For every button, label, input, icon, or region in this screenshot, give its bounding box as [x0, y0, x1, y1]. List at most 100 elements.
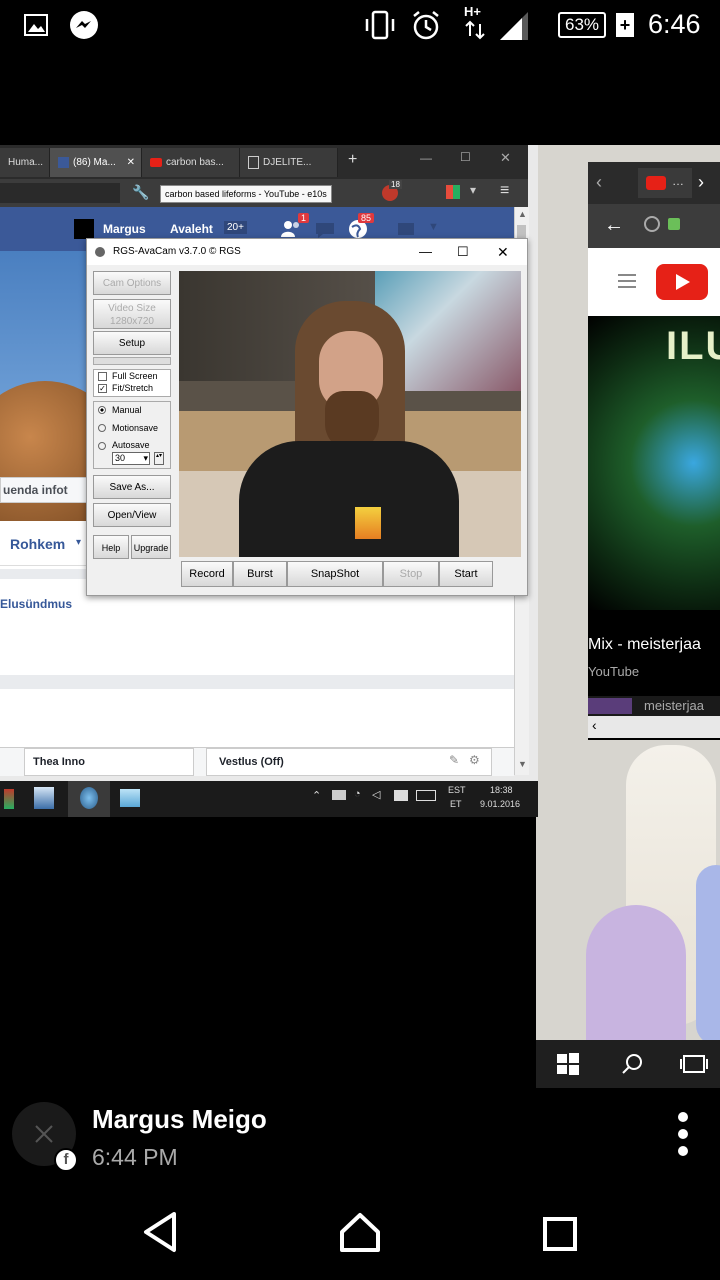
channel-name[interactable]: YouTube — [588, 664, 639, 679]
youtube-icon — [150, 157, 162, 167]
back-icon[interactable] — [140, 1210, 180, 1254]
avatar[interactable] — [74, 219, 94, 239]
account-dropdown-icon[interactable]: ▼ — [428, 221, 439, 233]
minimize-icon[interactable]: — — [420, 151, 432, 165]
tab-facebook[interactable]: (86) Ma... ✕ — [50, 148, 142, 177]
language-bottom[interactable]: ET — [450, 799, 462, 809]
profile-name[interactable]: Margus — [103, 222, 146, 236]
tray-expand-icon[interactable]: ⌃ — [312, 789, 321, 802]
more-dropdown-icon[interactable]: ▾ — [76, 537, 81, 548]
tab-youtube[interactable]: carbon bas... — [142, 148, 240, 177]
chat-status-tab[interactable]: Vestlus (Off) ✎ ⚙ — [206, 748, 492, 776]
app-icon[interactable] — [4, 789, 14, 809]
close-tab-icon[interactable]: ✕ — [127, 148, 135, 177]
more-options-icon[interactable] — [678, 1112, 688, 1156]
gear-icon[interactable]: ⚙ — [469, 753, 480, 767]
wrench-icon[interactable]: 🔧 — [132, 184, 149, 201]
language-top[interactable]: EST — [448, 785, 466, 795]
burst-button[interactable]: Burst — [233, 561, 287, 587]
interval-stepper[interactable]: ▴▾ — [154, 452, 164, 465]
manual-radio[interactable] — [98, 406, 106, 414]
youtube-window: ‹ … › ← ILUS Mix - meisterjaa YouTube me… — [588, 162, 720, 740]
snapshot-button[interactable]: SnapShot — [287, 561, 383, 587]
wifi-icon[interactable]: ◔ — [354, 788, 361, 800]
autosave-interval-select[interactable]: 30 ▾ — [112, 452, 150, 465]
search-icon[interactable] — [620, 1052, 644, 1076]
battery-indicator: 63% — [558, 12, 606, 38]
maximize-icon[interactable]: ☐ — [457, 239, 469, 265]
chat-bar: Thea Inno Vestlus (Off) ✎ ⚙ — [0, 747, 514, 776]
open-view-button[interactable]: Open/View — [93, 503, 171, 527]
tray-icon[interactable] — [332, 790, 346, 800]
clock-date[interactable]: 9.01.2016 — [480, 799, 520, 809]
new-tab-icon[interactable]: + — [348, 151, 357, 169]
slider[interactable] — [93, 357, 171, 365]
display-options: Full Screen ✓ Fit/Stretch — [93, 369, 171, 397]
more-button[interactable]: Rohkem — [10, 536, 65, 552]
setup-button[interactable]: Setup — [93, 331, 171, 355]
info-icon[interactable] — [644, 216, 660, 232]
facebook-icon: f — [54, 1148, 78, 1172]
post-time: 6:44 PM — [92, 1144, 178, 1170]
chat-tab[interactable]: Thea Inno — [24, 748, 194, 776]
app-icon[interactable] — [120, 789, 140, 807]
app-icon[interactable] — [34, 787, 54, 809]
recents-icon[interactable] — [542, 1216, 578, 1252]
maximize-icon[interactable]: ☐ — [460, 150, 471, 164]
video-size-button[interactable]: Video Size 1280x720 — [93, 299, 171, 329]
tab-humans[interactable]: Huma... — [0, 148, 50, 177]
friends-badge: 1 — [298, 213, 310, 223]
windows-taskbar — [536, 1040, 720, 1088]
clock-time[interactable]: 18:38 — [490, 785, 513, 795]
edit-icon[interactable]: ✎ — [449, 753, 459, 767]
messages-icon[interactable] — [314, 221, 336, 239]
horizontal-scrollbar[interactable]: ‹ — [588, 716, 720, 738]
start-button[interactable]: Start — [439, 561, 493, 587]
list-item[interactable]: meisterjaa — [588, 696, 720, 716]
menu-icon[interactable] — [618, 274, 636, 276]
post-author[interactable]: Margus Meigo — [92, 1104, 267, 1135]
volume-icon[interactable]: ◁ — [372, 788, 380, 801]
forward-tab-icon[interactable]: › — [698, 172, 704, 193]
upgrade-button[interactable]: Upgrade — [131, 535, 171, 559]
close-icon[interactable]: ✕ — [497, 239, 509, 265]
address-bar[interactable] — [0, 183, 120, 203]
dropdown-icon[interactable]: ▾ — [470, 183, 476, 197]
video-thumbnail[interactable]: ILUS — [588, 316, 720, 610]
autosave-radio[interactable] — [98, 442, 106, 450]
back-arrow-icon[interactable]: ← — [604, 214, 624, 237]
page-icon — [248, 155, 259, 169]
full-screen-checkbox[interactable] — [98, 372, 107, 381]
windows-start-icon[interactable] — [556, 1052, 580, 1076]
notifications-badge: 85 — [358, 213, 375, 223]
back-tab-icon[interactable]: ‹ — [596, 172, 602, 193]
home-link[interactable]: Avaleht — [170, 222, 213, 236]
keyboard-icon[interactable] — [416, 790, 436, 801]
chat-name: Thea Inno — [33, 756, 85, 768]
cam-options-button[interactable]: Cam Options — [93, 271, 171, 295]
avacam-title-bar[interactable]: RGS-AvaCam v3.7.0 © RGS — ☐ ✕ — [87, 239, 527, 265]
video-info: Mix - meisterjaa YouTube meisterjaa ‹ — [588, 610, 720, 740]
home-icon[interactable] — [338, 1210, 382, 1254]
tab-djelite[interactable]: DJELITE... — [240, 148, 338, 177]
action-center-icon[interactable] — [394, 790, 408, 801]
signal-icon — [500, 12, 528, 40]
record-button[interactable]: Record — [181, 561, 233, 587]
video-title[interactable]: Mix - meisterjaa — [588, 636, 701, 654]
extension-grid-icon[interactable] — [446, 185, 460, 199]
youtube-tab[interactable]: … — [638, 168, 692, 198]
close-window-icon[interactable]: ✕ — [500, 150, 511, 166]
youtube-url-bar[interactable]: ← — [588, 204, 720, 248]
minimize-icon[interactable]: — — [419, 239, 432, 265]
avacam-taskbar-icon[interactable] — [80, 787, 98, 809]
menu-icon[interactable]: ≡ — [500, 182, 509, 200]
status-bar: H+ 63% + 6:46 — [0, 0, 720, 52]
task-view-icon[interactable] — [680, 1054, 708, 1074]
stop-button[interactable]: Stop — [383, 561, 439, 587]
privacy-icon[interactable] — [398, 223, 414, 235]
save-as-button[interactable]: Save As... — [93, 475, 171, 499]
fit-stretch-checkbox[interactable]: ✓ — [98, 384, 107, 393]
motionsave-radio[interactable] — [98, 424, 106, 432]
life-event-button[interactable]: Elusündmus — [0, 597, 72, 611]
help-button[interactable]: Help — [93, 535, 129, 559]
